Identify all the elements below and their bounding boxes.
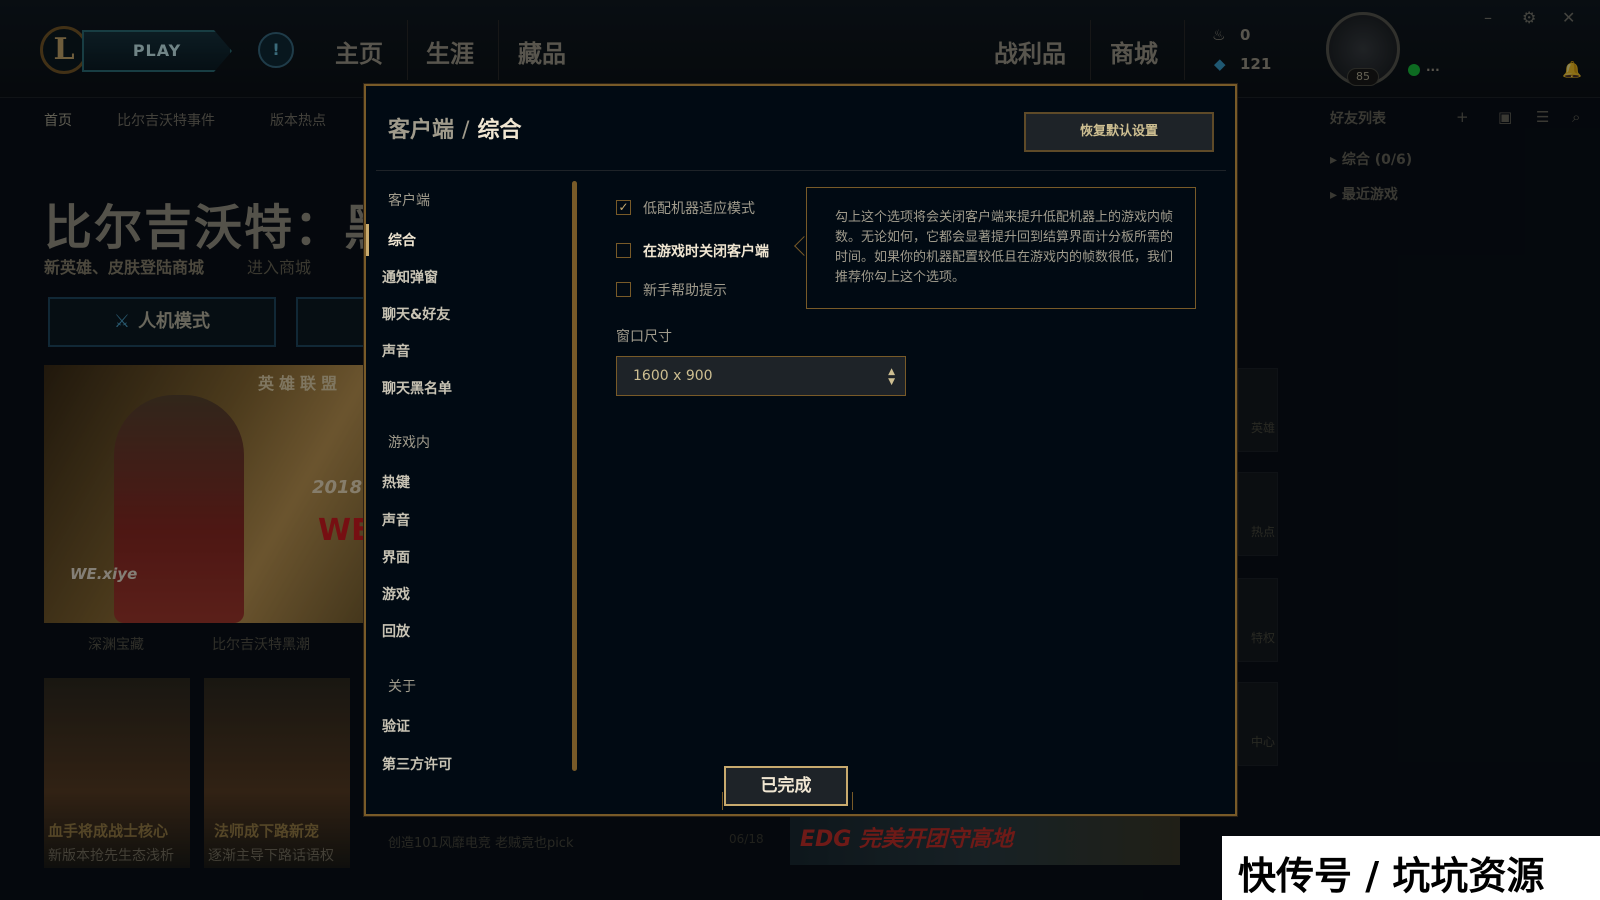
nav-active-indicator bbox=[366, 224, 369, 256]
header-divider bbox=[376, 170, 1226, 171]
nav-item-verification[interactable]: 验证 bbox=[382, 716, 410, 736]
watermark: 快传号 / 坑坑资源 bbox=[1238, 854, 1545, 898]
tutorial-tips-label: 新手帮助提示 bbox=[643, 283, 727, 299]
nav-item-chat-friends[interactable]: 聊天&好友 bbox=[382, 304, 450, 324]
checkbox-checked-icon: ✓ bbox=[616, 199, 631, 215]
breadcrumb-current: 综合 bbox=[477, 118, 522, 143]
nav-item-hotkeys[interactable]: 热键 bbox=[382, 472, 410, 492]
checkbox-unchecked-icon bbox=[616, 281, 631, 297]
nav-item-chat-blocklist[interactable]: 聊天黑名单 bbox=[382, 378, 452, 398]
nav-item-ingame-sound[interactable]: 声音 bbox=[382, 510, 410, 530]
close-client-ingame-checkbox[interactable]: 在游戏时关闭客户端 bbox=[616, 241, 769, 261]
option-tooltip: 勾上这个选项将会关闭客户端来提升低配机器上的游戏内帧数。无论如何，它都会显著提升… bbox=[806, 187, 1196, 309]
tutorial-tips-checkbox[interactable]: 新手帮助提示 bbox=[616, 280, 727, 300]
nav-item-general[interactable]: 综合 bbox=[388, 230, 416, 250]
nav-scrollbar[interactable] bbox=[572, 181, 577, 771]
low-spec-mode-checkbox[interactable]: ✓ 低配机器适应模式 bbox=[616, 198, 755, 218]
nav-item-game[interactable]: 游戏 bbox=[382, 584, 410, 604]
nav-item-third-party[interactable]: 第三方许可 bbox=[382, 754, 452, 774]
nav-item-replays[interactable]: 回放 bbox=[382, 621, 410, 641]
reset-defaults-button[interactable]: 恢复默认设置 bbox=[1024, 112, 1214, 152]
nav-group-ingame: 游戏内 bbox=[388, 435, 430, 451]
nav-group-client: 客户端 bbox=[388, 193, 430, 209]
window-size-value: 1600 x 900 bbox=[633, 368, 713, 384]
window-size-select[interactable]: 1600 x 900 ▲ ▼ bbox=[616, 356, 906, 396]
checkbox-unchecked-icon bbox=[616, 242, 631, 258]
nav-item-sound[interactable]: 声音 bbox=[382, 341, 410, 361]
breadcrumb-parent: 客户端 bbox=[388, 118, 455, 143]
nav-item-notifications[interactable]: 通知弹窗 bbox=[382, 267, 438, 287]
updown-chevron-icon: ▲ ▼ bbox=[888, 367, 895, 387]
nav-item-interface[interactable]: 界面 bbox=[382, 547, 410, 567]
breadcrumb-separator: / bbox=[462, 118, 470, 143]
breadcrumb: 客户端 / 综合 bbox=[388, 112, 521, 144]
low-spec-mode-label: 低配机器适应模式 bbox=[643, 201, 755, 217]
nav-group-about: 关于 bbox=[388, 679, 416, 695]
done-button[interactable]: 已完成 bbox=[724, 766, 848, 806]
done-button-wrap: 已完成 bbox=[722, 766, 860, 810]
window-size-label: 窗口尺寸 bbox=[616, 329, 672, 345]
close-client-ingame-label: 在游戏时关闭客户端 bbox=[643, 244, 769, 260]
settings-dialog: 客户端 / 综合 恢复默认设置 客户端 综合 通知弹窗 聊天&好友 声音 聊天黑名单… bbox=[364, 84, 1237, 816]
